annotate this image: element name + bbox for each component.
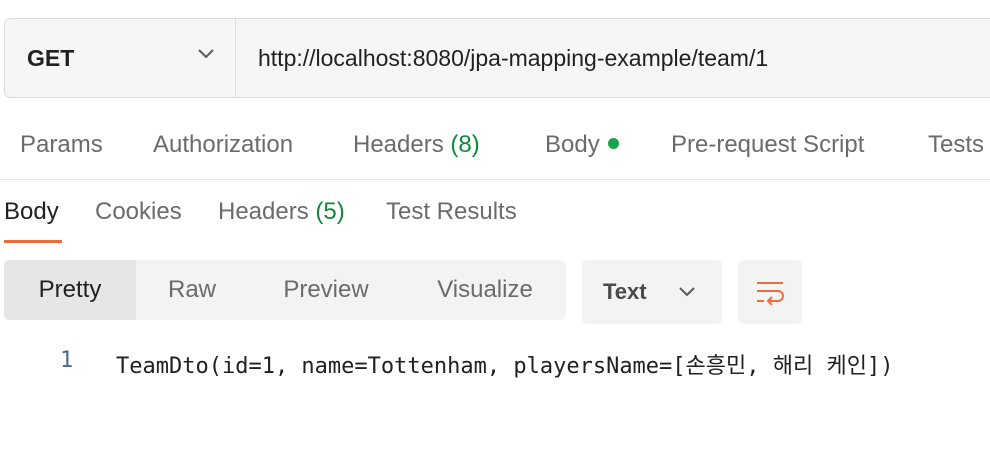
tab-body-label: Body — [545, 131, 600, 158]
request-bar: GET http://localhost:8080/jpa-mapping-ex… — [4, 18, 990, 98]
format-preview[interactable]: Preview — [248, 260, 404, 320]
tab-tests[interactable]: Tests — [928, 131, 984, 159]
response-tabs: Body Cookies Headers (5) Test Results — [0, 190, 990, 246]
format-raw[interactable]: Raw — [136, 260, 248, 320]
tab-authorization[interactable]: Authorization — [153, 131, 293, 159]
response-type-select[interactable]: Text — [582, 260, 722, 324]
response-tab-headers-count: (5) — [315, 198, 345, 225]
response-type-label: Text — [603, 279, 647, 304]
url-input[interactable]: http://localhost:8080/jpa-mapping-exampl… — [236, 19, 990, 97]
method-select[interactable]: GET — [5, 19, 236, 97]
tab-params[interactable]: Params — [20, 131, 103, 159]
response-tab-body[interactable]: Body — [4, 198, 59, 226]
url-text: http://localhost:8080/jpa-mapping-exampl… — [258, 44, 769, 71]
wrap-lines-button[interactable] — [738, 260, 802, 324]
wrap-lines-icon — [757, 282, 784, 306]
tab-headers-count: (8) — [450, 131, 480, 158]
format-segmented-control: Pretty Raw Preview Visualize — [4, 260, 566, 320]
response-tab-headers-label: Headers — [218, 198, 309, 225]
method-label: GET — [27, 44, 75, 71]
response-body-line: 1 TeamDto(id=1, name=Tottenham, playersN… — [0, 340, 990, 384]
tab-headers[interactable]: Headers (8) — [353, 131, 480, 159]
format-visualize[interactable]: Visualize — [404, 260, 566, 320]
chevron-down-icon — [679, 287, 695, 297]
body-modified-dot — [607, 138, 619, 150]
tab-headers-label: Headers — [353, 131, 444, 158]
request-tabs: Params Authorization Headers (8) Body Pr… — [0, 118, 990, 180]
format-pretty[interactable]: Pretty — [4, 260, 136, 320]
active-tab-underline — [4, 240, 62, 243]
line-number: 1 — [60, 348, 74, 373]
tab-body[interactable]: Body — [545, 131, 619, 159]
response-tab-headers[interactable]: Headers (5) — [218, 198, 345, 226]
response-tab-test-results[interactable]: Test Results — [386, 198, 517, 226]
chevron-down-icon — [198, 49, 214, 59]
response-tab-cookies[interactable]: Cookies — [95, 198, 182, 226]
response-body-text: TeamDto(id=1, name=Tottenham, playersNam… — [116, 354, 894, 379]
tab-prerequest-script[interactable]: Pre-request Script — [671, 131, 864, 159]
